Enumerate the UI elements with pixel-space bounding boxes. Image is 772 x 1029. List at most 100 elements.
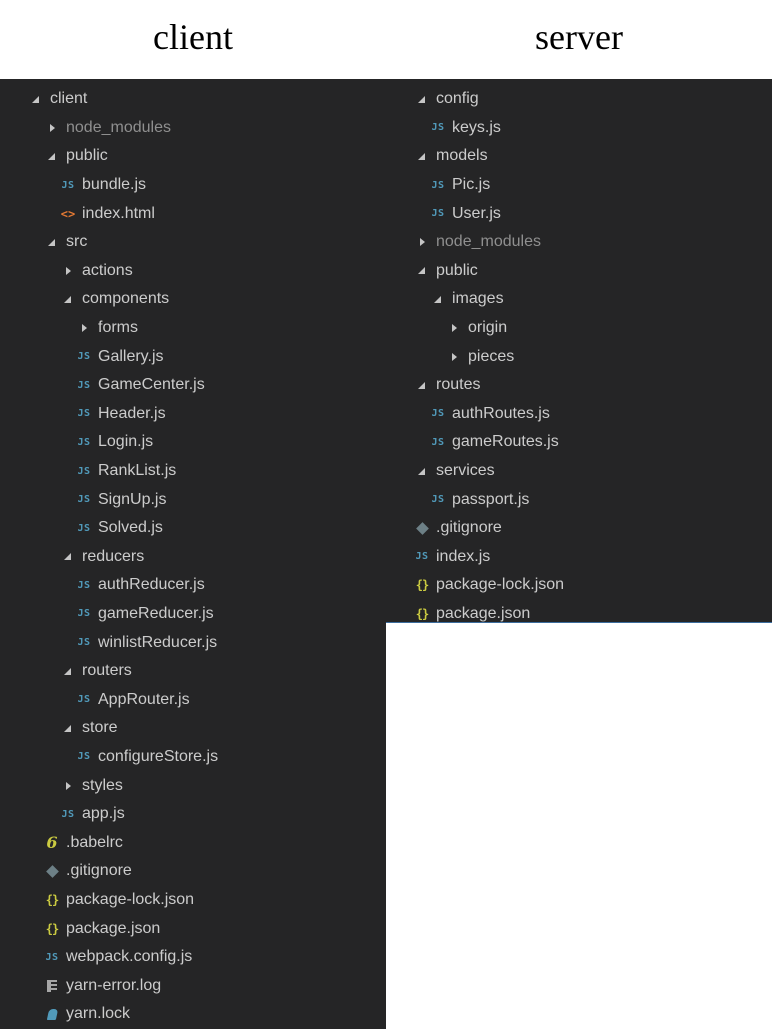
json-file-icon-glyph: {} [45, 921, 59, 936]
file-item-package-json[interactable]: {} package.json [386, 600, 772, 622]
tree-item-label: SignUp.js [98, 490, 167, 508]
folder-item-pieces[interactable]: pieces [386, 342, 772, 371]
file-item-package-lock-json[interactable]: {} package-lock.json [0, 886, 386, 915]
chevron-down-icon [60, 663, 76, 679]
git-file-icon-glyph [415, 521, 429, 535]
file-item-gameroutes-js[interactable]: JS gameRoutes.js [386, 428, 772, 457]
file-item-signup-js[interactable]: JS SignUp.js [0, 485, 386, 514]
file-item-authroutes-js[interactable]: JS authRoutes.js [386, 400, 772, 429]
file-item-package-json[interactable]: {} package.json [0, 914, 386, 943]
folder-item-origin[interactable]: origin [386, 314, 772, 343]
file-item-index-js[interactable]: JS index.js [386, 543, 772, 572]
server-heading: server [535, 17, 623, 57]
chevron-down-icon-glyph [63, 667, 71, 675]
file-item-gitignore[interactable]: .gitignore [0, 857, 386, 886]
file-item-configurestore-js[interactable]: JS configureStore.js [0, 743, 386, 772]
folder-item-public[interactable]: public [0, 142, 386, 171]
tree-item-label: origin [468, 319, 508, 337]
file-item-login-js[interactable]: JS Login.js [0, 428, 386, 457]
file-item-authreducer-js[interactable]: JS authReducer.js [0, 571, 386, 600]
file-item-keys-js[interactable]: JS keys.js [386, 114, 772, 143]
file-item-winlistreducer-js[interactable]: JS winlistReducer.js [0, 628, 386, 657]
folder-item-routers[interactable]: routers [0, 657, 386, 686]
tree-item-label: Solved.js [98, 519, 163, 537]
folder-item-node-modules[interactable]: node_modules [386, 228, 772, 257]
file-item-bundle-js[interactable]: JS bundle.js [0, 171, 386, 200]
chevron-down-icon-glyph [47, 238, 55, 246]
tree-item-label: RankList.js [98, 462, 177, 480]
tree-item-label: passport.js [452, 490, 530, 508]
folder-item-public[interactable]: public [386, 257, 772, 286]
file-item-solved-js[interactable]: JS Solved.js [0, 514, 386, 543]
git-file-icon [414, 520, 430, 536]
chevron-right-icon-glyph [49, 123, 55, 132]
tree-item-label: keys.js [452, 118, 501, 136]
file-item-package-lock-json[interactable]: {} package-lock.json [386, 571, 772, 600]
chevron-down-icon [414, 377, 430, 393]
file-item-babelrc[interactable]: 6 .babelrc [0, 828, 386, 857]
folder-item-reducers[interactable]: reducers [0, 543, 386, 572]
folder-item-src[interactable]: src [0, 228, 386, 257]
yarn-file-icon [44, 1006, 60, 1022]
file-item-approuter-js[interactable]: JS AppRouter.js [0, 685, 386, 714]
file-item-index-html[interactable]: <> index.html [0, 199, 386, 228]
javascript-file-icon: JS [76, 520, 92, 536]
chevron-down-icon-glyph [63, 724, 71, 732]
tree-item-label: package.json [436, 604, 531, 622]
chevron-down-icon [414, 263, 430, 279]
file-item-yarn-error-log[interactable]: yarn-error.log [0, 971, 386, 1000]
file-item-app-js[interactable]: JS app.js [0, 800, 386, 829]
folder-item-images[interactable]: images [386, 285, 772, 314]
tree-item-label: app.js [82, 805, 125, 823]
file-item-webpack-config-js[interactable]: JS webpack.config.js [0, 943, 386, 972]
tree-item-label: styles [82, 776, 123, 794]
file-item-gitignore[interactable]: .gitignore [386, 514, 772, 543]
chevron-down-icon-glyph [63, 553, 71, 561]
tree-item-label: src [66, 233, 88, 251]
folder-item-actions[interactable]: actions [0, 257, 386, 286]
folder-item-forms[interactable]: forms [0, 314, 386, 343]
folder-item-routes[interactable]: routes [386, 371, 772, 400]
javascript-file-icon: JS [76, 692, 92, 708]
tree-item-label: config [436, 90, 479, 108]
tree-item-label: package-lock.json [436, 576, 565, 594]
chevron-right-icon-glyph [419, 238, 425, 247]
file-item-yarn-lock[interactable]: yarn.lock [0, 1000, 386, 1029]
folder-item-client[interactable]: client [0, 85, 386, 114]
tree-item-label: Pic.js [452, 176, 491, 194]
json-file-icon-glyph: {} [415, 578, 429, 593]
file-item-passport-js[interactable]: JS passport.js [386, 485, 772, 514]
folder-item-models[interactable]: models [386, 142, 772, 171]
folder-item-services[interactable]: services [386, 457, 772, 486]
file-item-user-js[interactable]: JS User.js [386, 199, 772, 228]
folder-item-components[interactable]: components [0, 285, 386, 314]
file-item-pic-js[interactable]: JS Pic.js [386, 171, 772, 200]
javascript-file-icon: JS [430, 492, 446, 508]
file-item-ranklist-js[interactable]: JS RankList.js [0, 457, 386, 486]
server-explorer-panel: config JS keys.js models JS Pic.js JS User.js no… [386, 79, 772, 623]
chevron-down-icon-glyph [417, 95, 425, 103]
chevron-down-icon-glyph [417, 467, 425, 475]
tree-item-label: yarn-error.log [66, 976, 162, 994]
file-item-gamereducer-js[interactable]: JS gameReducer.js [0, 600, 386, 629]
folder-item-node-modules[interactable]: node_modules [0, 114, 386, 143]
javascript-file-icon-glyph: JS [77, 494, 91, 506]
file-item-gamecenter-js[interactable]: JS GameCenter.js [0, 371, 386, 400]
folder-item-config[interactable]: config [386, 85, 772, 114]
chevron-right-icon-glyph [65, 266, 71, 275]
file-item-gallery-js[interactable]: JS Gallery.js [0, 342, 386, 371]
folder-item-store[interactable]: store [0, 714, 386, 743]
chevron-right-icon [446, 349, 462, 365]
tree-item-label: gameRoutes.js [452, 433, 559, 451]
html-file-icon-glyph: <> [60, 206, 76, 221]
folder-item-styles[interactable]: styles [0, 771, 386, 800]
javascript-file-icon-glyph: JS [431, 179, 445, 191]
client-explorer-panel: client node_modules public JS bundle.js <> ind… [0, 79, 386, 1029]
chevron-down-icon [414, 463, 430, 479]
javascript-file-icon: JS [430, 177, 446, 193]
file-item-header-js[interactable]: JS Header.js [0, 400, 386, 429]
tree-item-label: yarn.lock [66, 1005, 131, 1023]
javascript-file-icon-glyph: JS [77, 608, 91, 620]
tree-item-label: authReducer.js [98, 576, 205, 594]
tree-item-label: routes [436, 376, 481, 394]
